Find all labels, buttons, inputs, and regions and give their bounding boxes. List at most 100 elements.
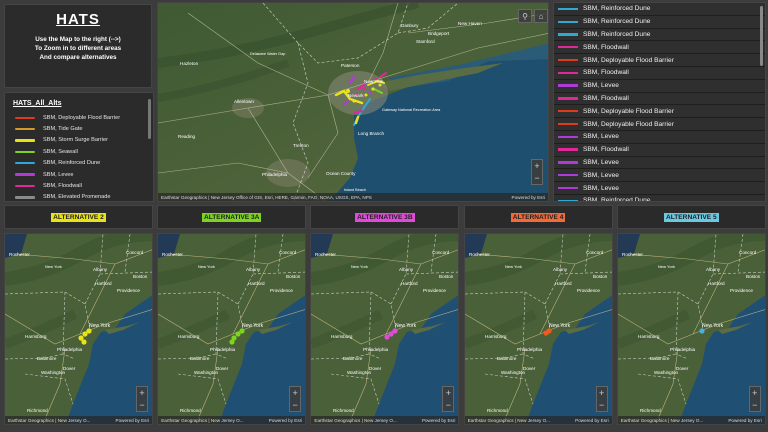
feature-list-item[interactable]: SBM, Floodwall [554, 66, 765, 80]
zoom-in-button[interactable]: + [752, 388, 757, 398]
zoom-out-button[interactable]: − [139, 400, 144, 410]
alt-map-label: New York [549, 323, 571, 329]
alt-feature-marker[interactable] [384, 334, 390, 340]
alt-map-4[interactable]: Rochester Albany Concord Boston New York… [463, 233, 613, 425]
feature-list-item[interactable]: SBM, Levee [554, 156, 765, 170]
alt-map-attribution: Earthstar Geographics | New Jersey O... P… [311, 416, 459, 424]
feature-list-item[interactable]: SBM, Levee [554, 79, 765, 93]
alt-map-zoom[interactable]: + − [442, 386, 455, 412]
zoom-in-button[interactable]: + [599, 388, 604, 398]
alt-map-zoom[interactable]: + − [136, 386, 148, 412]
alt-map-3[interactable]: Rochester Albany Concord Boston New York… [310, 233, 460, 425]
alt-feature-marker[interactable] [235, 331, 241, 337]
alt-map-label: Harrisburg [485, 334, 507, 339]
feature-swatch [558, 7, 578, 11]
map-label-allentown: Allentown [234, 99, 254, 104]
feature-list-item[interactable]: SBM, Floodwall [554, 143, 765, 157]
alt-map-label: New York [242, 323, 264, 329]
powered-by-esri[interactable]: Powered by Esri [728, 418, 761, 423]
zoom-in-button[interactable]: + [293, 388, 298, 398]
feature-list[interactable]: SBM, Reinforced Dune SBM, Reinforced Dune… [554, 3, 765, 201]
powered-by-esri[interactable]: Powered by Esri [422, 418, 455, 423]
alt-map-label: Providence [577, 288, 600, 293]
feature-list-item[interactable]: SBM, Reinforced Dune [554, 194, 765, 201]
legend-item: SBM, Reinforced Dune [5, 158, 153, 169]
zoom-out-button[interactable]: − [599, 400, 604, 410]
main-map-zoom[interactable]: + − [531, 159, 543, 185]
feature-label: SBM, Deployable Flood Barrier [583, 56, 674, 64]
alt-map-2[interactable]: Rochester Albany Concord Boston New York… [157, 233, 307, 425]
zoom-in-button[interactable]: + [446, 388, 451, 398]
alt-map-label: Hartford [555, 281, 572, 286]
feature-list-item[interactable]: SBM, Reinforced Dune [554, 3, 765, 16]
feature-label: SBM, Levee [583, 171, 619, 179]
alt-map-label: Albany [553, 267, 568, 272]
alt-map-1[interactable]: Rochester Albany Concord Boston New York… [4, 233, 153, 425]
alt-map-label: Hartford [95, 281, 112, 286]
zoom-out-button[interactable]: − [446, 400, 451, 410]
feature-list-panel[interactable]: SBM, Reinforced Dune SBM, Reinforced Dune… [553, 2, 766, 202]
alt-map-5[interactable]: Rochester Albany Concord Boston New York… [616, 233, 766, 425]
home-icon[interactable]: ⌂ [534, 9, 548, 23]
feature-list-item[interactable]: SBM, Levee [554, 182, 765, 195]
alt-map-zoom[interactable]: + − [595, 386, 608, 412]
alt-feature-marker[interactable] [229, 339, 235, 345]
main-map-canvas[interactable]: New Haven Stamford Danbury Bridgeport Pa… [158, 3, 549, 202]
zoom-in-button[interactable]: + [139, 388, 144, 398]
alt-map-label: New York [89, 323, 111, 329]
feature-swatch [558, 84, 578, 87]
feature-list-item[interactable]: SBM, Levee [554, 130, 765, 144]
feature-list-item[interactable]: SBM, Reinforced Dune [554, 28, 765, 42]
feature-swatch [558, 33, 578, 36]
powered-by-esri[interactable]: Powered by Esri [116, 418, 149, 423]
alt-label: ALTERNATIVE 3B [355, 212, 415, 222]
powered-by-esri[interactable]: Powered by Esri [269, 418, 302, 423]
feature-label: SBM, Levee [583, 82, 619, 90]
feature-label: SBM, Reinforced Dune [583, 5, 651, 13]
legend-item: SBM, Floodwall [5, 180, 153, 191]
zoom-out-button[interactable]: − [293, 400, 298, 410]
alt-feature-marker[interactable] [542, 330, 549, 336]
alt-map-label: Albany [399, 267, 414, 272]
alt-map-label: Providence [423, 288, 446, 293]
alt-feature-marker[interactable] [82, 331, 88, 337]
feature-list-item[interactable]: SBM, Deployable Flood Barrier [554, 105, 765, 119]
alt-map-label: Albany [246, 267, 261, 272]
feature-label: SBM, Reinforced Dune [583, 30, 651, 38]
alt-feature-marker[interactable] [699, 328, 705, 334]
alt-map-zoom[interactable]: + − [748, 386, 761, 412]
feature-label: SBM, Floodwall [583, 146, 629, 154]
alt-features[interactable] [699, 328, 705, 334]
feature-swatch [558, 20, 578, 23]
feature-label: SBM, Reinforced Dune [583, 18, 651, 26]
attribution-text: Earthstar Geographics | New Jersey O... [620, 417, 704, 423]
feature-list-item[interactable]: SBM, Deployable Flood Barrier [554, 54, 765, 67]
main-map[interactable]: New Haven Stamford Danbury Bridgeport Pa… [157, 2, 549, 202]
powered-by-esri[interactable]: Powered by Esri [512, 195, 545, 200]
feature-list-item[interactable]: SBM, Reinforced Dune [554, 15, 765, 29]
feature-list-item[interactable]: SBM, Floodwall [554, 92, 765, 106]
legend-scrollbar[interactable] [148, 99, 151, 139]
zoom-in-button[interactable]: + [534, 161, 539, 171]
feature-list-scrollbar[interactable] [760, 6, 763, 66]
alt-map-label: Harrisburg [25, 334, 47, 339]
zoom-out-button[interactable]: − [534, 173, 539, 183]
feature-list-item[interactable]: SBM, Deployable Flood Barrier [554, 118, 765, 131]
alt-map-zoom[interactable]: + − [289, 386, 302, 412]
map-label-paterson: Paterson [341, 63, 360, 68]
legend-label: SBM, Levee [43, 171, 74, 178]
zoom-out-button[interactable]: − [752, 400, 757, 410]
attribution-text: Earthstar Geographics | New Jersey O... [314, 417, 397, 423]
alt-map-label: Harrisburg [178, 334, 200, 339]
alt-label: ALTERNATIVE 2 [51, 212, 106, 222]
alt-feature-marker[interactable] [81, 339, 87, 345]
alt-map-label: Hartford [248, 281, 265, 286]
alt-map-label: Philadelphia [517, 347, 542, 352]
feature-list-item[interactable]: SBM, Floodwall [554, 41, 765, 55]
alt-label: ALTERNATIVE 4 [510, 212, 566, 222]
feature-list-item[interactable]: SBM, Levee [554, 169, 765, 183]
alt-map-label: Washington [654, 370, 679, 375]
powered-by-esri[interactable]: Powered by Esri [575, 418, 608, 423]
feature-swatch [558, 46, 578, 49]
search-icon[interactable]: ⚲ [518, 9, 532, 23]
